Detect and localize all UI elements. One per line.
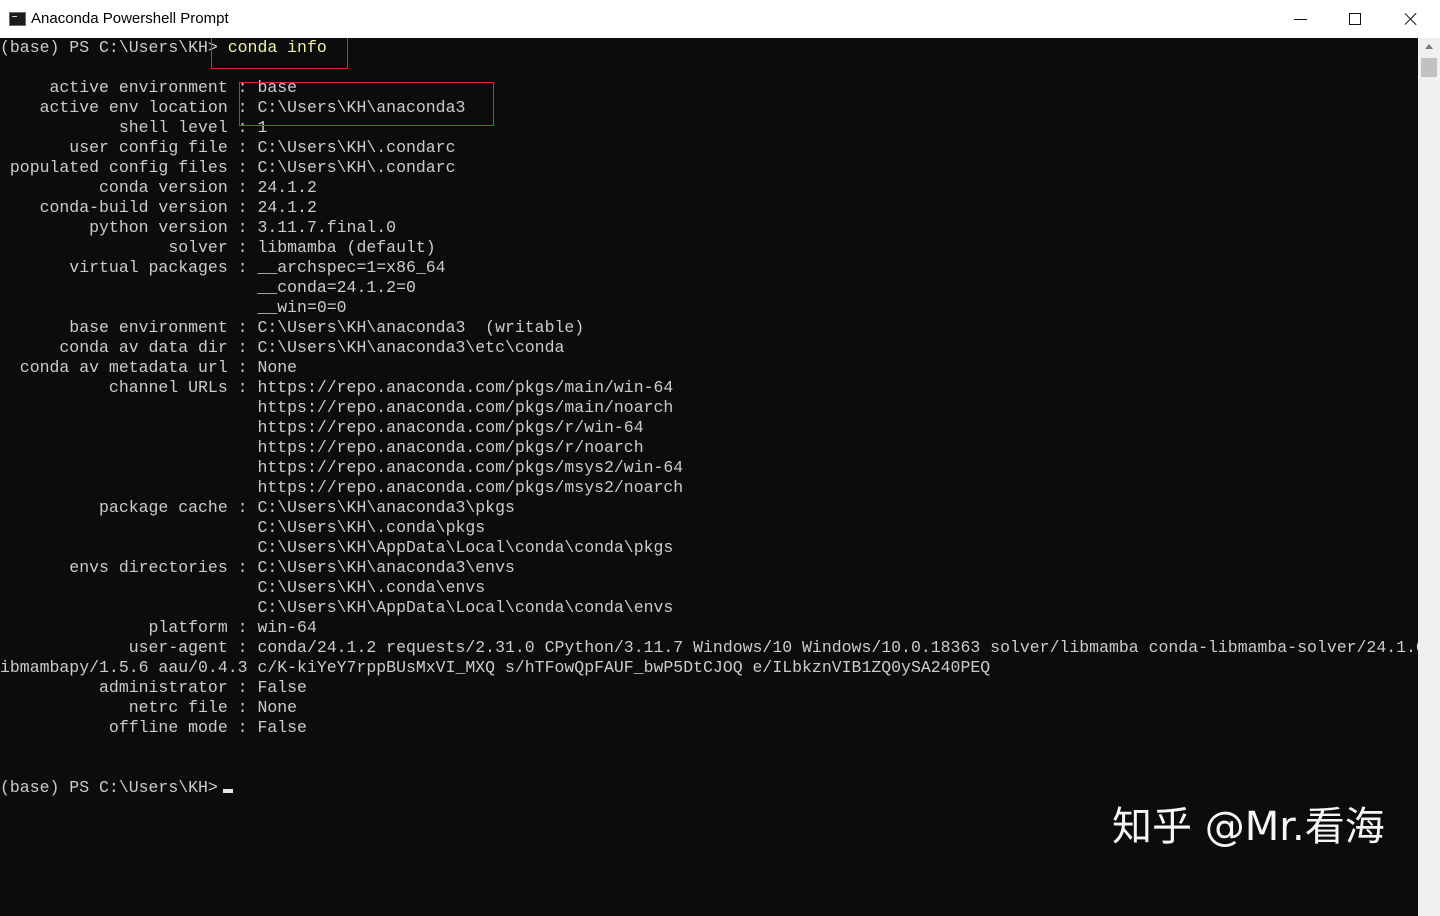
output-line: conda av data dir : C:\Users\KH\anaconda… — [0, 338, 564, 358]
close-button[interactable] — [1383, 0, 1438, 38]
output-line: offline mode : False — [0, 718, 307, 738]
command-text: conda info — [228, 38, 327, 57]
vertical-scrollbar[interactable] — [1418, 38, 1440, 916]
maximize-button[interactable] — [1328, 0, 1383, 38]
output-line: __conda=24.1.2=0 — [0, 278, 416, 298]
output-line: active environment : base — [0, 78, 297, 98]
output-line: conda-build version : 24.1.2 — [0, 198, 317, 218]
text-cursor — [223, 789, 233, 793]
output-line: base environment : C:\Users\KH\anaconda3… — [0, 318, 584, 338]
minimize-button[interactable] — [1273, 0, 1328, 38]
prompt-line: (base) PS C:\Users\KH> conda info — [0, 38, 327, 58]
output-line: user-agent : conda/24.1.2 requests/2.31.… — [0, 638, 1418, 658]
output-line: C:\Users\KH\.conda\pkgs — [0, 518, 485, 538]
window-title: Anaconda Powershell Prompt — [31, 10, 229, 27]
output-line: ibmambapy/1.5.6 aau/0.4.3 c/K-kiYeY7rppB… — [0, 658, 990, 678]
minimize-icon — [1294, 19, 1307, 20]
close-icon — [1404, 12, 1418, 26]
output-line: virtual packages : __archspec=1=x86_64 — [0, 258, 446, 278]
output-line: C:\Users\KH\AppData\Local\conda\conda\en… — [0, 598, 673, 618]
output-line: https://repo.anaconda.com/pkgs/msys2/win… — [0, 458, 683, 478]
terminal-icon — [9, 12, 26, 26]
output-line: https://repo.anaconda.com/pkgs/r/noarch — [0, 438, 644, 458]
console-output[interactable]: (base) PS C:\Users\KH> conda info active… — [0, 38, 1418, 916]
output-line: shell level : 1 — [0, 118, 267, 138]
prompt-line: (base) PS C:\Users\KH> — [0, 778, 228, 798]
output-line: C:\Users\KH\AppData\Local\conda\conda\pk… — [0, 538, 673, 558]
output-line: https://repo.anaconda.com/pkgs/msys2/noa… — [0, 478, 683, 498]
watermark: 知乎 @Mr.看海 — [1112, 794, 1385, 852]
title-bar[interactable]: Anaconda Powershell Prompt — [0, 0, 1440, 39]
scroll-thumb[interactable] — [1421, 58, 1437, 77]
output-line: envs directories : C:\Users\KH\anaconda3… — [0, 558, 515, 578]
output-line: user config file : C:\Users\KH\.condarc — [0, 138, 455, 158]
output-line: populated config files : C:\Users\KH\.co… — [0, 158, 455, 178]
output-line: conda av metadata url : None — [0, 358, 297, 378]
prompt-text: (base) PS C:\Users\KH> — [0, 38, 228, 57]
output-line: active env location : C:\Users\KH\anacon… — [0, 98, 465, 118]
output-line: package cache : C:\Users\KH\anaconda3\pk… — [0, 498, 515, 518]
output-line: python version : 3.11.7.final.0 — [0, 218, 396, 238]
output-line: solver : libmamba (default) — [0, 238, 436, 258]
output-line: netrc file : None — [0, 698, 297, 718]
terminal-window: Anaconda Powershell Prompt (base) PS C:\… — [0, 0, 1440, 916]
output-line: __win=0=0 — [0, 298, 347, 318]
scroll-up-arrow-icon[interactable] — [1418, 38, 1440, 56]
output-line: channel URLs : https://repo.anaconda.com… — [0, 378, 673, 398]
output-line: platform : win-64 — [0, 618, 317, 638]
output-line: administrator : False — [0, 678, 307, 698]
output-line: C:\Users\KH\.conda\envs — [0, 578, 485, 598]
output-line: conda version : 24.1.2 — [0, 178, 317, 198]
output-line: https://repo.anaconda.com/pkgs/main/noar… — [0, 398, 673, 418]
maximize-icon — [1349, 13, 1361, 25]
output-line: https://repo.anaconda.com/pkgs/r/win-64 — [0, 418, 644, 438]
